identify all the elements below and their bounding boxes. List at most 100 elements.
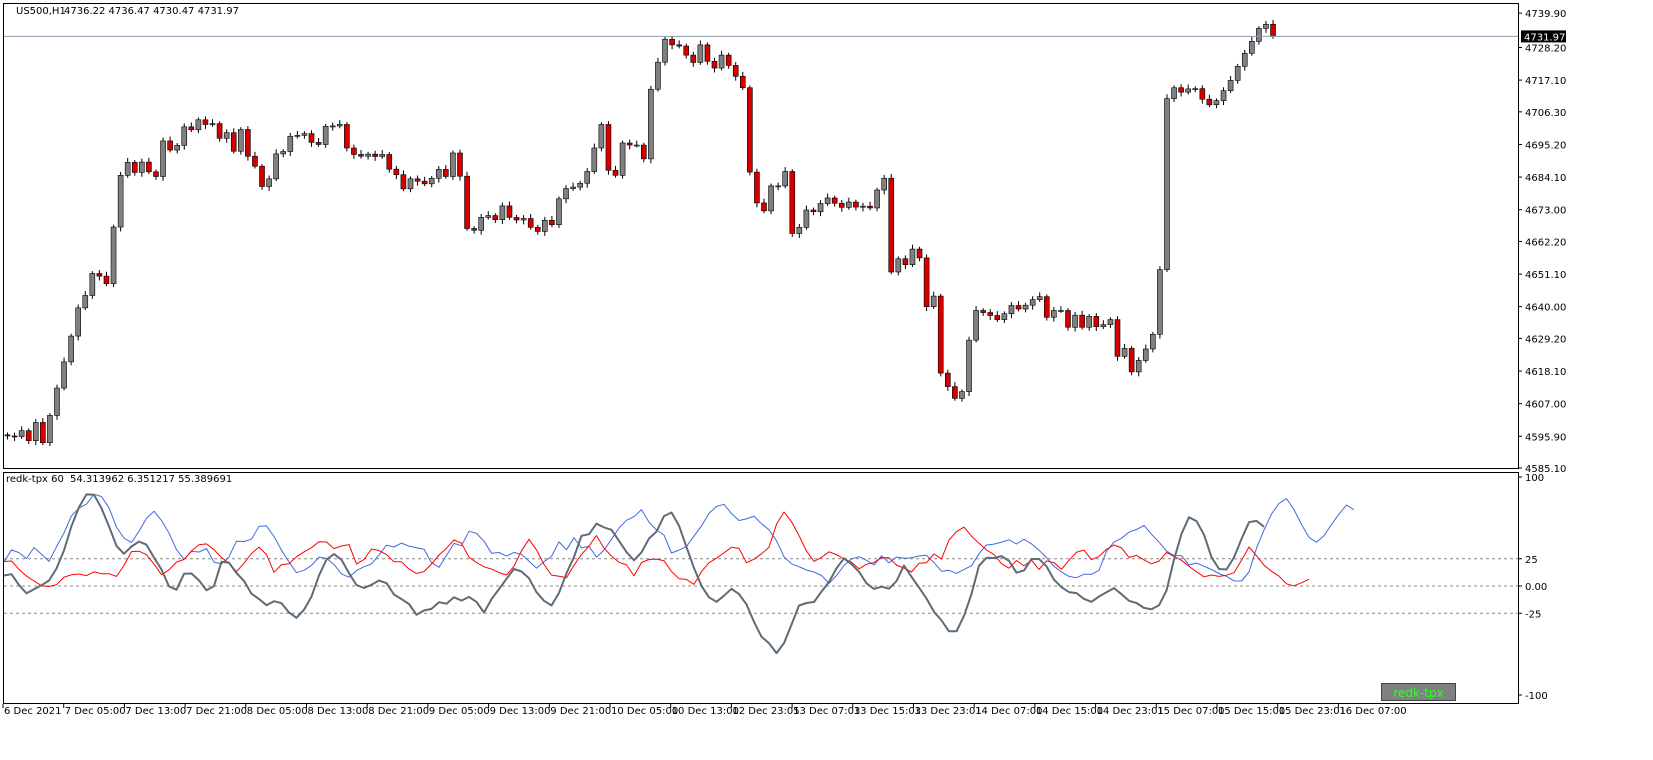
- candle: [358, 150, 364, 159]
- price-tick-label: 4673.00: [1525, 206, 1566, 217]
- indicator-tick-label: -25: [1525, 609, 1541, 620]
- candle: [1001, 311, 1008, 323]
- bear-candle-body: [831, 197, 838, 204]
- bear-candle-body: [443, 169, 449, 177]
- candle: [103, 271, 110, 287]
- candle: [782, 167, 789, 189]
- bull-candle-body: [280, 151, 287, 155]
- bear-candle-body: [853, 201, 859, 208]
- candle: [25, 428, 32, 445]
- bear-candle-body: [923, 257, 930, 307]
- candle: [160, 137, 166, 181]
- bear-candle-body: [945, 372, 951, 387]
- bear-candle-body: [902, 258, 909, 265]
- time-tick-label: 14 Dec 15:00: [1036, 706, 1103, 717]
- indicator-series-line: [3, 493, 1265, 655]
- price-tick-label: 4662.20: [1525, 237, 1566, 248]
- bull-candle-body: [1121, 348, 1128, 357]
- candle: [1192, 86, 1199, 93]
- candle: [1128, 346, 1135, 376]
- bear-candle-body: [1065, 310, 1071, 328]
- candle: [662, 36, 668, 66]
- candle: [280, 149, 287, 158]
- candle: [612, 165, 619, 178]
- bear-candle-body: [386, 154, 393, 170]
- time-tick-label: 8 Dec 13:00: [308, 706, 369, 717]
- bear-candle-body: [725, 54, 732, 66]
- candle: [704, 42, 711, 65]
- bear-candle-body: [1114, 319, 1121, 357]
- bull-candle-body: [117, 175, 124, 228]
- candle: [966, 336, 972, 397]
- bull-candle-body: [881, 177, 887, 191]
- bear-candle-body: [754, 171, 760, 204]
- candles: [4, 19, 1276, 447]
- candle: [803, 205, 810, 230]
- price-tick-label: 4695.20: [1525, 140, 1566, 151]
- candle: [711, 57, 718, 73]
- candle: [570, 182, 576, 191]
- candle: [1164, 94, 1170, 272]
- bear-candle-body: [1206, 98, 1213, 106]
- candle: [1015, 301, 1022, 312]
- candle: [1241, 49, 1248, 71]
- current-price-label: 4731.97: [1524, 32, 1565, 43]
- candle: [273, 149, 279, 182]
- time-tick-label: 9 Dec 13:00: [490, 706, 551, 717]
- bull-candle-body: [407, 178, 414, 190]
- candle: [853, 199, 859, 211]
- bull-candle-body: [959, 391, 965, 399]
- candle: [895, 256, 902, 276]
- candle: [987, 309, 994, 320]
- candle: [1150, 331, 1156, 353]
- candle: [1199, 85, 1206, 104]
- main-price-axis: 4739.90 4728.20 4717.10 4706.30 4695.20 4684.…: [1518, 9, 1566, 475]
- candle: [527, 214, 534, 230]
- bear-candle-body: [937, 295, 944, 374]
- candle: [315, 137, 322, 147]
- candle: [718, 50, 725, 71]
- bear-candle-body: [952, 386, 958, 399]
- bull-candle-body: [294, 135, 301, 137]
- bull-candle-body: [520, 218, 527, 221]
- candle: [492, 213, 499, 224]
- bear-candle-body: [252, 155, 258, 167]
- bear-candle-body: [527, 218, 534, 228]
- candle: [1065, 308, 1071, 331]
- candle: [937, 293, 944, 377]
- candle: [881, 174, 887, 195]
- bull-candle-body: [329, 125, 336, 128]
- bear-candle-body: [640, 144, 647, 160]
- candle: [1157, 266, 1163, 339]
- candle: [902, 255, 909, 270]
- price-tick-label: 4629.20: [1525, 334, 1566, 345]
- bear-candle-body: [372, 153, 378, 157]
- candle: [725, 52, 732, 69]
- bull-candle-body: [619, 142, 626, 176]
- candle: [252, 151, 258, 169]
- bull-candle-body: [846, 201, 852, 208]
- candle: [556, 196, 562, 229]
- price-tick-label: 4595.90: [1525, 432, 1566, 443]
- candle: [230, 128, 237, 154]
- bear-candle-body: [867, 205, 873, 209]
- time-tick-label: 14 Dec 23:01: [1097, 706, 1164, 717]
- price-tick-label: 4651.10: [1525, 270, 1566, 281]
- indicator-label-button[interactable]: redk-tpx: [1381, 683, 1456, 701]
- bull-candle-body: [54, 387, 60, 416]
- candle: [945, 369, 951, 392]
- bull-candle-body: [542, 219, 548, 232]
- bull-candle-body: [195, 119, 202, 131]
- bear-candle-body: [506, 205, 513, 218]
- bull-candle-body: [1008, 305, 1015, 315]
- candle: [1036, 292, 1043, 302]
- bull-candle-body: [1142, 348, 1149, 361]
- candle: [973, 306, 979, 343]
- bull-candle-body: [1051, 310, 1057, 318]
- bear-candle-body: [153, 171, 159, 177]
- bear-candle-body: [534, 227, 541, 232]
- bull-candle-body: [1135, 360, 1142, 373]
- time-tick-label: 15 Dec 07:00: [1157, 706, 1224, 717]
- candle: [407, 176, 414, 193]
- candle: [485, 211, 492, 220]
